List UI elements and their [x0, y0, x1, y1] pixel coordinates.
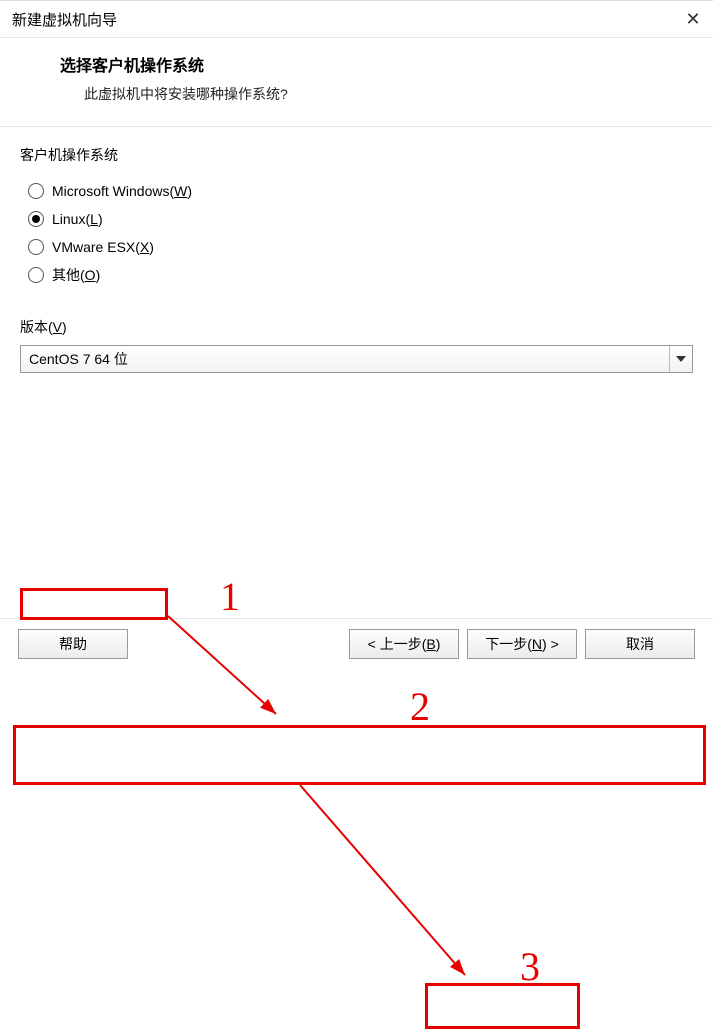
os-radio-group: Microsoft Windows(W) Linux(L) VMware ESX…	[28, 177, 693, 289]
annotation-arrow-2	[300, 785, 500, 988]
radio-label: Microsoft Windows(W)	[52, 183, 192, 199]
radio-linux[interactable]: Linux(L)	[28, 205, 693, 233]
help-button[interactable]: 帮助	[18, 629, 128, 659]
group-title: 客户机操作系统	[20, 145, 693, 165]
page-subtitle: 此虚拟机中将安装哪种操作系统?	[60, 84, 653, 104]
radio-label: 其他(O)	[52, 265, 100, 285]
version-label: 版本(V)	[20, 317, 693, 337]
wizard-footer: 帮助 < 上一步(B) 下一步(N) > 取消	[0, 618, 713, 669]
annotation-box-2	[13, 725, 706, 785]
version-value: CentOS 7 64 位	[21, 349, 669, 369]
titlebar: 新建虚拟机向导 ✕	[0, 1, 713, 38]
radio-other[interactable]: 其他(O)	[28, 261, 693, 289]
wizard-dialog: 新建虚拟机向导 ✕ 选择客户机操作系统 此虚拟机中将安装哪种操作系统? 客户机操…	[0, 0, 713, 669]
version-combobox[interactable]: CentOS 7 64 位	[20, 345, 693, 373]
window-title: 新建虚拟机向导	[12, 9, 117, 30]
wizard-body: 客户机操作系统 Microsoft Windows(W) Linux(L) VM…	[0, 127, 713, 373]
cancel-button[interactable]: 取消	[585, 629, 695, 659]
annotation-box-3	[425, 983, 580, 1029]
radio-windows[interactable]: Microsoft Windows(W)	[28, 177, 693, 205]
annotation-number-2: 2	[410, 683, 430, 730]
annotation-box-1	[20, 588, 168, 620]
annotation-number-3: 3	[520, 943, 540, 990]
radio-icon	[28, 183, 44, 199]
page-title: 选择客户机操作系统	[60, 52, 653, 76]
radio-label: VMware ESX(X)	[52, 239, 154, 255]
wizard-header: 选择客户机操作系统 此虚拟机中将安装哪种操作系统?	[0, 38, 713, 126]
radio-label: Linux(L)	[52, 211, 103, 227]
radio-icon	[28, 239, 44, 255]
back-button[interactable]: < 上一步(B)	[349, 629, 459, 659]
annotation-number-1: 1	[220, 573, 240, 620]
chevron-down-icon	[669, 346, 692, 372]
radio-vmwareesx[interactable]: VMware ESX(X)	[28, 233, 693, 261]
close-icon[interactable]: ✕	[683, 9, 703, 29]
next-button[interactable]: 下一步(N) >	[467, 629, 577, 659]
radio-icon	[28, 211, 44, 227]
radio-icon	[28, 267, 44, 283]
